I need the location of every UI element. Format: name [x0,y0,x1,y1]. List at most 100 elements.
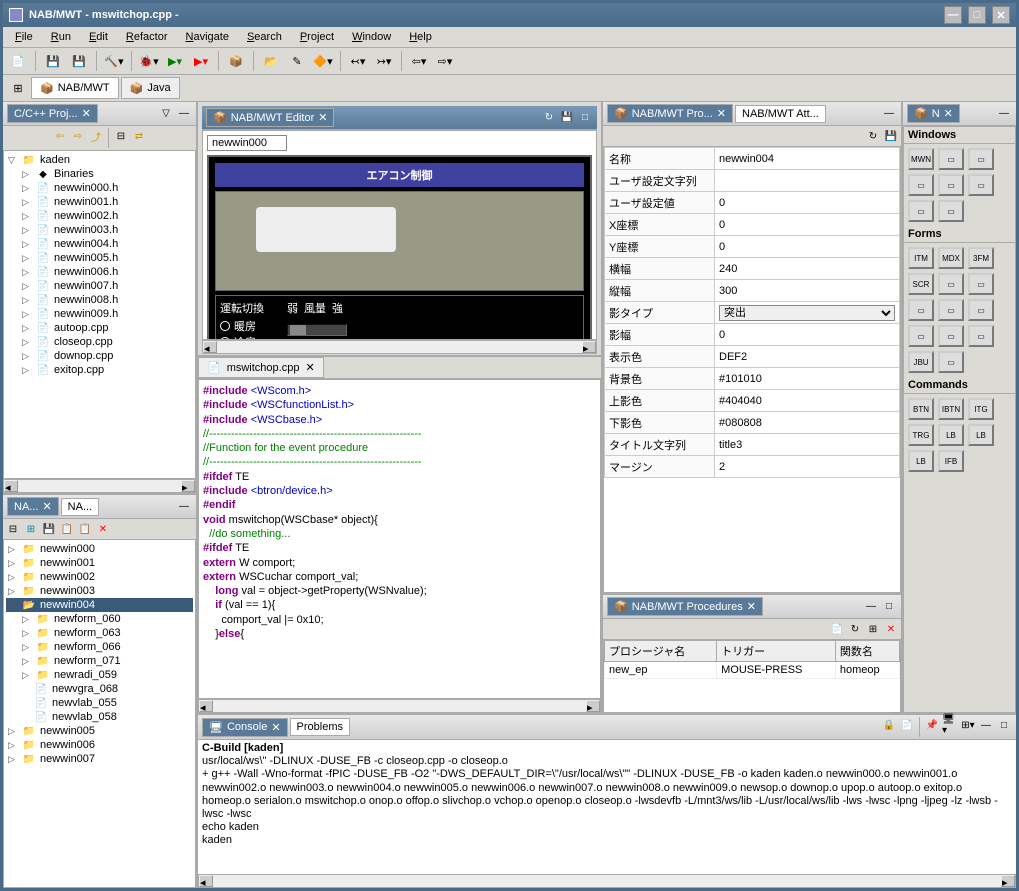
subfile-node[interactable]: 📄newvlab_055 [6,696,193,710]
prop-input[interactable] [719,285,895,297]
palette-item[interactable]: ITM [908,247,934,269]
palette-item[interactable]: BTN [908,398,934,420]
palette-item[interactable]: LB [908,450,934,472]
attributes-tab[interactable]: NAB/MWT Att... [735,105,826,123]
save-all-button[interactable]: 💾 [68,50,90,72]
palette-tab[interactable]: 📦N ✕ [907,104,960,123]
proc-header[interactable]: 関数名 [835,641,899,662]
close-icon[interactable]: ✕ [944,107,953,120]
subfolder-node[interactable]: ▷📁newform_066 [6,640,193,654]
collapse-icon[interactable]: ⊟ [5,521,21,537]
paste-icon[interactable]: 📋 [77,521,93,537]
lock-icon[interactable]: 🔒 [881,717,897,733]
close-icon[interactable]: ✕ [318,111,327,124]
ext-run-button[interactable]: ▶▾ [190,50,212,72]
palette-item[interactable]: ▭ [938,351,964,373]
subfile-node[interactable]: 📄newvlab_058 [6,710,193,724]
link-icon[interactable]: ⇄ [131,128,147,144]
prop-input[interactable] [719,153,895,165]
new-icon[interactable]: 📄 [829,621,845,637]
delete-icon[interactable]: ✕ [95,521,111,537]
code-tab[interactable]: 📄 mswitchop.cpp ✕ [198,357,324,378]
build-button[interactable]: 🔨▾ [103,50,125,72]
expand-icon[interactable]: ⊞ [23,521,39,537]
refresh-icon[interactable]: ↻ [847,621,863,637]
file-node[interactable]: ▷📄newwin005.h [6,251,193,265]
display-icon[interactable]: 🖥▾ [942,717,958,733]
properties-tab[interactable]: 📦NAB/MWT Pro... ✕ [607,104,733,123]
nab-tree[interactable]: ▷📁newwin000▷📁newwin001▷📁newwin002▷📁newwi… [3,539,196,888]
menu-run[interactable]: Run [43,29,79,45]
delete-icon[interactable]: ✕ [883,621,899,637]
procedures-tab[interactable]: 📦NAB/MWT Procedures ✕ [607,597,763,616]
subfolder-node[interactable]: ▷📁newform_060 [6,612,193,626]
minimize-pane-icon[interactable]: — [978,717,994,733]
subfolder-node[interactable]: ▷📁newform_071 [6,654,193,668]
minimize-pane-icon[interactable]: — [863,599,879,615]
folder-node[interactable]: ▷📁newwin003 [6,584,193,598]
subfolder-node[interactable]: ▷📁newform_063 [6,626,193,640]
palette-item[interactable]: ▭ [908,174,934,196]
menu-refactor[interactable]: Refactor [118,29,176,45]
mode-radio-0[interactable]: 暖房 [220,318,267,334]
palette-item[interactable]: ▭ [968,299,994,321]
palette-item[interactable]: JBU [908,351,934,373]
wand-button[interactable]: ✎ [286,50,308,72]
up-icon[interactable]: ⤴ [88,128,104,144]
file-node[interactable]: ▷📄newwin009.h [6,307,193,321]
back-icon[interactable]: ⇦ [52,128,68,144]
file-node[interactable]: ▷📄newwin000.h [6,181,193,195]
palette-item[interactable]: ITG [968,398,994,420]
file-node[interactable]: ▷📄newwin001.h [6,195,193,209]
palette-item[interactable]: ▭ [938,273,964,295]
project-root[interactable]: ▽📁kaden [6,153,193,167]
proc-header[interactable]: トリガー [717,641,836,662]
prop-input[interactable] [719,175,895,187]
scrollbar[interactable]: ◂▸ [3,479,196,493]
folder-node[interactable]: ▷📁newwin000 [6,542,193,556]
close-icon[interactable]: ✕ [42,500,51,513]
maximize-pane-icon[interactable]: □ [996,717,1012,733]
procedures-list[interactable]: プロシージャ名トリガー関数名new_epMOUSE-PRESShomeop [603,639,901,713]
file-node[interactable]: ▷📄newwin008.h [6,293,193,307]
nab-tab-2[interactable]: NA... [61,498,99,516]
nav-back-button[interactable]: ↢▾ [347,50,369,72]
open-perspective-button[interactable]: ⊞ [7,77,29,99]
palette-item[interactable]: ▭ [968,174,994,196]
folder-node[interactable]: ▷📁newwin007 [6,752,193,766]
window-name-input[interactable] [207,135,287,151]
close-icon[interactable]: ✕ [271,721,280,734]
folder-node-selected[interactable]: ▽📂newwin004 [6,598,193,612]
clipboard-icon[interactable]: 📋 [59,521,75,537]
close-button[interactable]: ✕ [992,6,1010,24]
menu-project[interactable]: Project [292,29,342,45]
properties-table[interactable]: 名称ユーザ設定文字列ユーザ設定値X座標Y座標横幅縦幅影タイプ突出影幅表示色背景色… [603,146,901,593]
palette-item[interactable]: LB [938,424,964,446]
prop-input[interactable] [719,219,895,231]
pin-icon[interactable]: 📌 [924,717,940,733]
folder-node[interactable]: ▷📁newwin001 [6,556,193,570]
file-node[interactable]: ▷📄exitop.cpp [6,363,193,377]
menu-edit[interactable]: Edit [81,29,116,45]
palette-item[interactable]: ▭ [938,148,964,170]
project-tree[interactable]: ▽📁kaden▷◆Binaries▷📄newwin000.h▷📄newwin00… [3,150,196,479]
subfolder-node[interactable]: ▷📁newradi_059 [6,668,193,682]
palette-item[interactable]: ▭ [968,148,994,170]
file-node[interactable]: ▷📄newwin006.h [6,265,193,279]
minimize-pane-icon[interactable]: — [881,106,897,122]
menu-window[interactable]: Window [344,29,399,45]
close-icon[interactable]: ✕ [305,361,314,374]
window-icon[interactable]: ⊞ [865,621,881,637]
prop-input[interactable] [719,461,895,473]
menu-search[interactable]: Search [239,29,290,45]
file-node[interactable]: ▷📄newwin004.h [6,237,193,251]
minimize-pane-icon[interactable]: — [176,499,192,515]
palette-item[interactable]: ▭ [968,273,994,295]
mode-radio-group[interactable]: 運転切換 暖房冷房ドライ [220,300,267,340]
save-icon[interactable]: 💾 [559,110,575,126]
refresh-icon[interactable]: ↻ [541,110,557,126]
binaries-node[interactable]: ▷◆Binaries [6,167,193,181]
maximize-button[interactable]: □ [968,6,986,24]
forward-button[interactable]: ⇨▾ [434,50,456,72]
project-explorer-tab[interactable]: C/C++ Proj... ✕ [7,104,98,123]
